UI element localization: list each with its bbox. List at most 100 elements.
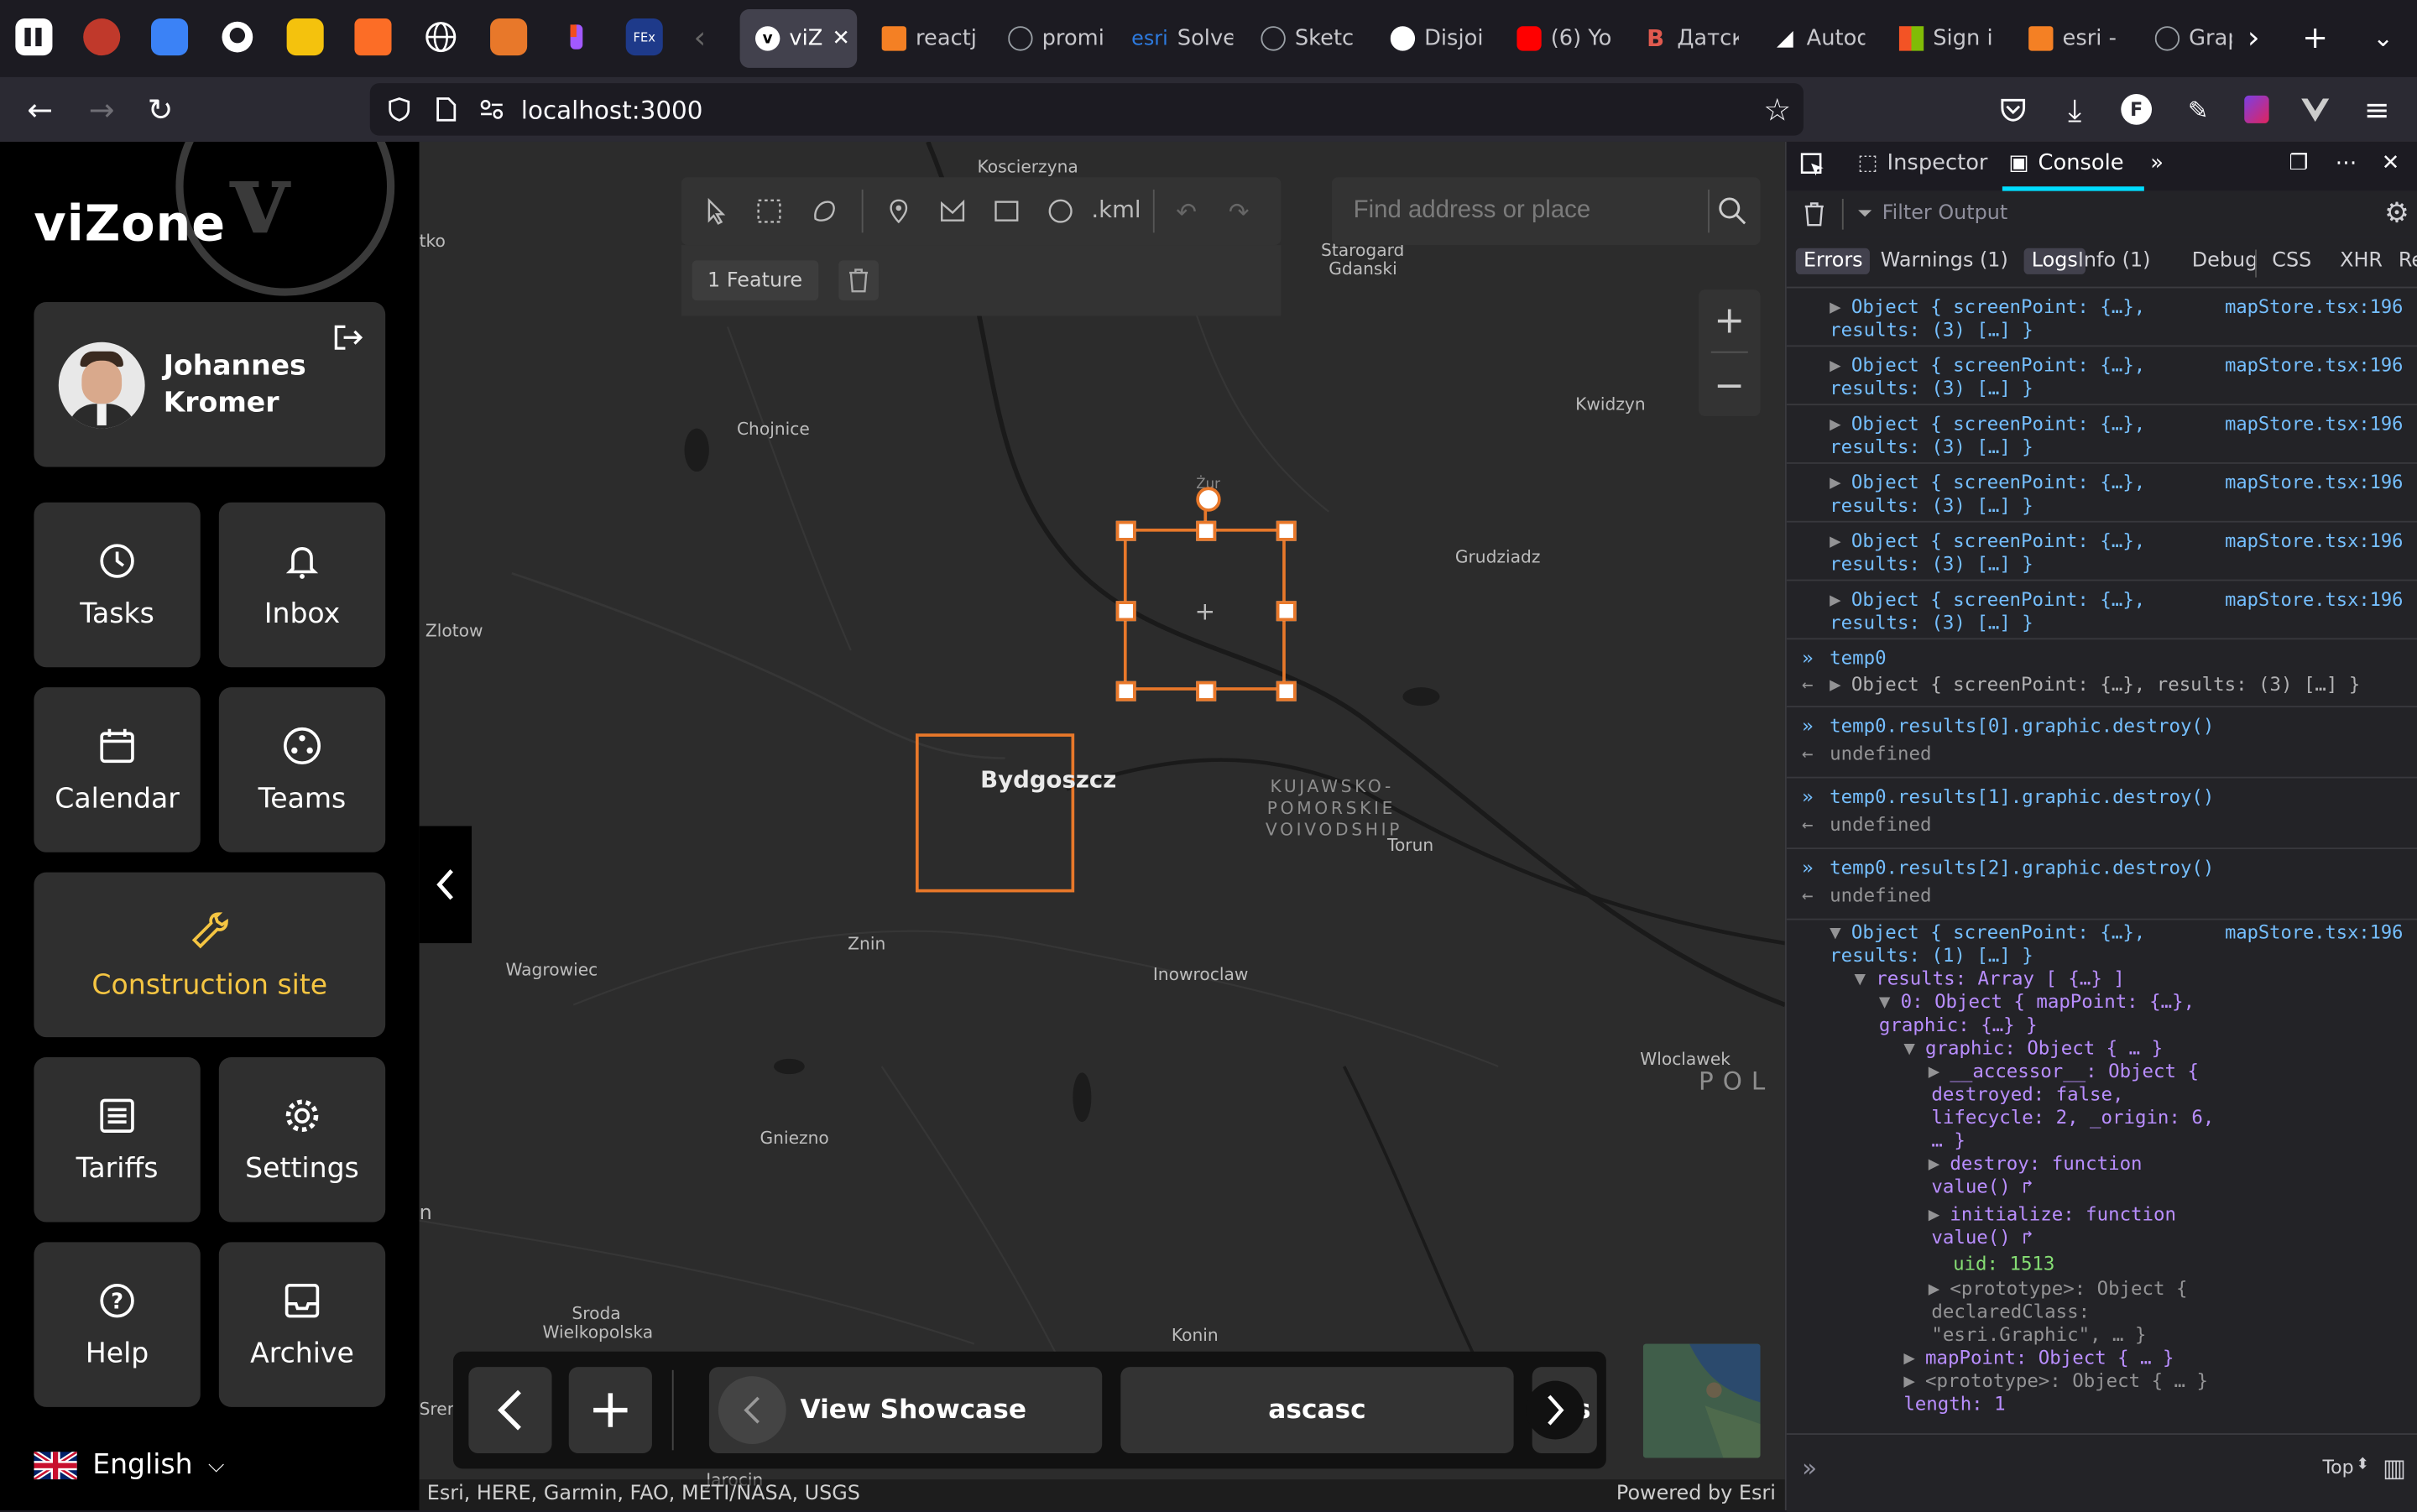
expand-caret-icon[interactable]: ▶ — [1929, 1153, 1939, 1176]
back-icon[interactable]: ← — [22, 91, 59, 128]
menu-help[interactable]: ? Help — [34, 1242, 201, 1407]
city-highlight-box[interactable] — [915, 733, 1075, 893]
log-source-link[interactable]: mapStore.tsx:196 — [2225, 589, 2403, 611]
log-source-link[interactable]: mapStore.tsx:196 — [2225, 921, 2403, 943]
close-devtools-icon[interactable]: ✕ — [2382, 151, 2400, 175]
expand-caret-icon[interactable]: ▶ — [1830, 589, 1840, 613]
menu-calendar[interactable]: Calendar — [34, 687, 201, 852]
expand-caret-icon[interactable]: ▶ — [1929, 1278, 1939, 1301]
console-input[interactable]: » Top ⬍ ▥ — [1786, 1433, 2417, 1512]
search-input[interactable] — [1331, 177, 1702, 246]
chevron-down-icon[interactable]: ⬍ — [2357, 1457, 2369, 1473]
select-pointer-icon[interactable] — [703, 197, 731, 225]
filter-output-input[interactable]: Filter Output — [1882, 202, 2008, 226]
rectangle-select-icon[interactable] — [755, 197, 783, 225]
point-tool-icon[interactable] — [885, 197, 912, 225]
collapse-caret-icon[interactable]: ▼ — [1830, 921, 1840, 945]
split-console-icon[interactable]: ▥ — [2383, 1453, 2406, 1483]
collapse-sidebar-button[interactable] — [419, 826, 472, 944]
menu-teams[interactable]: Teams — [218, 687, 386, 852]
pinned-fex-icon[interactable]: FEx — [625, 18, 663, 56]
tab-disjoint[interactable]: Disjoi — [1390, 9, 1496, 68]
reload-icon[interactable]: ↻ — [142, 91, 179, 128]
url-bar[interactable]: localhost:3000 ☆ — [369, 83, 1804, 136]
console-expanded-log[interactable]: ▼ Object { screenPoint: {…}, mapStore.ts… — [1787, 919, 2417, 1431]
polyline-tool-icon[interactable] — [939, 197, 967, 225]
shield-icon[interactable] — [385, 96, 413, 129]
user-profile-card[interactable]: Johannes Kromer — [34, 301, 386, 467]
tab-list-chevron-icon[interactable]: ⌄ — [2364, 18, 2401, 55]
downloads-icon[interactable]: ⤓ — [2056, 91, 2093, 128]
expand-caret-icon[interactable]: ▶ — [1903, 1347, 1914, 1370]
next-arrow-icon[interactable] — [1526, 1380, 1585, 1440]
console-log-row[interactable]: ▶ Object { screenPoint: {…}, results: (3… — [1786, 345, 2417, 406]
overview-map[interactable] — [1642, 1343, 1761, 1458]
menu-tasks[interactable]: Tasks — [34, 502, 201, 668]
collapse-caret-icon[interactable]: ▼ — [1903, 1037, 1914, 1061]
level-errors[interactable]: Errors — [1795, 248, 1871, 274]
tab-scroll-left-icon[interactable]: ‹ — [681, 18, 718, 55]
tab-sketch[interactable]: Sketc — [1261, 9, 1362, 68]
expand-caret-icon[interactable]: ▶ — [1929, 1203, 1939, 1227]
avatar[interactable] — [58, 341, 145, 428]
expand-caret-icon[interactable]: ▶ — [1830, 472, 1840, 495]
forward-icon[interactable]: → — [83, 91, 120, 128]
expand-caret-icon[interactable]: ▶ — [1903, 1370, 1914, 1394]
level-debug[interactable]: Debug — [2185, 248, 2266, 274]
ascasc-button[interactable]: ascasc — [1120, 1367, 1514, 1454]
tab-esri[interactable]: esri - — [2028, 9, 2121, 68]
language-selector[interactable]: English ⌵ — [34, 1448, 224, 1481]
figma-icon[interactable] — [558, 18, 595, 55]
selected-graphic[interactable]: + — [1123, 528, 1286, 691]
tab-grap[interactable]: Grap — [2154, 9, 2232, 68]
resize-handle[interactable] — [1115, 520, 1136, 541]
pinned-calendar-icon[interactable] — [286, 18, 324, 56]
more-options-icon[interactable]: ⋯ — [2336, 151, 2357, 175]
menu-inbox[interactable]: Inbox — [218, 502, 386, 668]
kml-import-button[interactable]: .kml — [1091, 196, 1141, 223]
level-xhr[interactable]: XHR — [2332, 248, 2390, 274]
new-tab-icon[interactable]: + — [2297, 18, 2334, 55]
lasso-select-icon[interactable] — [811, 197, 838, 225]
search-icon[interactable] — [1717, 196, 1748, 232]
resize-handle[interactable] — [1276, 520, 1297, 541]
expand-caret-icon[interactable]: ▶ — [1830, 530, 1840, 554]
pinned-chat-icon[interactable] — [150, 18, 189, 56]
tab-active[interactable]: v viZ ✕ — [739, 9, 858, 68]
add-button[interactable] — [568, 1367, 652, 1454]
level-info[interactable]: Info (1) — [2070, 248, 2159, 274]
level-css[interactable]: CSS — [2264, 248, 2319, 274]
tab-youtube[interactable]: (6) Yo — [1516, 9, 1612, 68]
expand-caret-icon[interactable]: ▶ — [1830, 354, 1840, 378]
console-log-row[interactable]: ▶ Object { screenPoint: {…}, results: (3… — [1786, 462, 2417, 523]
console-log-row[interactable]: ▶ Object { screenPoint: {…}, results: (3… — [1786, 521, 2417, 581]
resize-handle[interactable] — [1196, 680, 1217, 701]
resize-handle[interactable] — [1115, 680, 1136, 701]
pinned-orange-icon[interactable] — [490, 18, 528, 56]
dock-icon[interactable]: ❐ — [2289, 151, 2308, 175]
console-log-row[interactable]: ▶ Object { screenPoint: {…}, results: (3… — [1786, 287, 2417, 347]
level-requests[interactable]: Req — [2391, 248, 2417, 274]
pinned-tab-icon[interactable] — [83, 18, 121, 56]
log-source-link[interactable]: mapStore.tsx:196 — [2225, 354, 2403, 376]
menu-tariffs[interactable]: Tariffs — [34, 1056, 201, 1223]
console-settings-icon[interactable]: ⚙ — [2384, 197, 2409, 230]
extension-icon[interactable] — [2238, 91, 2275, 128]
menu-settings[interactable]: Settings — [218, 1056, 386, 1223]
collapse-caret-icon[interactable]: ▼ — [1855, 967, 1866, 991]
redo-icon[interactable]: ↷ — [1229, 197, 1256, 227]
chevron-left-icon[interactable] — [718, 1376, 786, 1444]
powered-by-esri[interactable]: Powered by Esri — [1616, 1483, 1776, 1506]
expand-caret-icon[interactable]: ▶ — [1929, 1061, 1939, 1084]
tab-datsk[interactable]: B Датск — [1643, 9, 1739, 68]
permissions-icon[interactable] — [478, 96, 505, 129]
resize-handle[interactable] — [1115, 601, 1136, 622]
hamburger-menu-icon[interactable]: ≡ — [2358, 91, 2395, 128]
resize-handle[interactable] — [1276, 601, 1297, 622]
element-picker-icon[interactable] — [1798, 151, 1826, 179]
color-picker-icon[interactable]: ✎ — [2179, 91, 2216, 128]
tab-autodesk[interactable]: ◢ Autod — [1772, 9, 1865, 68]
rotate-handle[interactable] — [1196, 487, 1221, 512]
view-showcase-button[interactable]: View Showcase — [708, 1367, 1103, 1454]
console-log-row[interactable]: ▶ Object { screenPoint: {…}, results: (3… — [1786, 404, 2417, 464]
